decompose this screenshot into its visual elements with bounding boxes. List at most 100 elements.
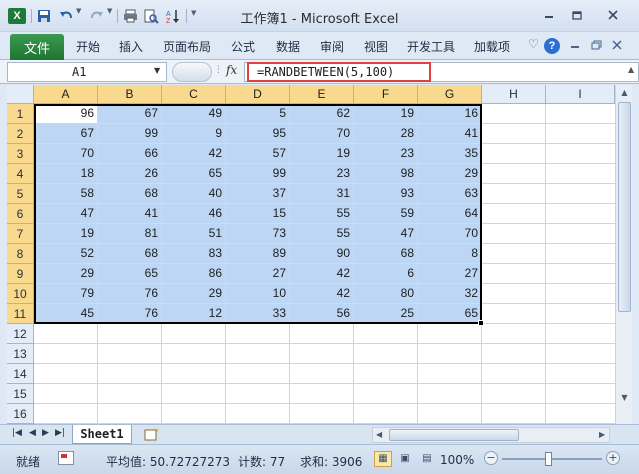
- column-header-e[interactable]: E: [290, 85, 354, 104]
- cell-a15[interactable]: [34, 384, 98, 404]
- cell-f7[interactable]: 47: [354, 224, 418, 244]
- help-icon[interactable]: ?: [544, 38, 560, 54]
- row-header-5[interactable]: 5: [7, 184, 34, 204]
- vertical-scrollbar[interactable]: ▲ ▼: [615, 85, 632, 424]
- fill-handle[interactable]: [478, 320, 484, 326]
- cell-h15[interactable]: [482, 384, 546, 404]
- cell-b3[interactable]: 66: [98, 144, 162, 164]
- cell-d3[interactable]: 57: [226, 144, 290, 164]
- cell-c3[interactable]: 42: [162, 144, 226, 164]
- normal-view-icon[interactable]: ▦: [374, 451, 392, 467]
- row-header-12[interactable]: 12: [7, 324, 34, 344]
- cell-e5[interactable]: 31: [290, 184, 354, 204]
- row-header-9[interactable]: 9: [7, 264, 34, 284]
- cell-b1[interactable]: 67: [98, 104, 162, 124]
- cell-g15[interactable]: [418, 384, 482, 404]
- cell-h6[interactable]: [482, 204, 546, 224]
- cell-b14[interactable]: [98, 364, 162, 384]
- cell-g2[interactable]: 41: [418, 124, 482, 144]
- cell-d13[interactable]: [226, 344, 290, 364]
- cell-i5[interactable]: [546, 184, 616, 204]
- cell-e3[interactable]: 19: [290, 144, 354, 164]
- cell-c14[interactable]: [162, 364, 226, 384]
- cell-i7[interactable]: [546, 224, 616, 244]
- vertical-scroll-thumb[interactable]: [618, 102, 631, 312]
- workbook-minimize-icon[interactable]: [570, 39, 580, 53]
- cell-h12[interactable]: [482, 324, 546, 344]
- cell-b5[interactable]: 68: [98, 184, 162, 204]
- cell-i4[interactable]: [546, 164, 616, 184]
- cell-h5[interactable]: [482, 184, 546, 204]
- cell-i9[interactable]: [546, 264, 616, 284]
- insert-function-icon[interactable]: fx: [226, 63, 237, 77]
- cell-h10[interactable]: [482, 284, 546, 304]
- cell-f2[interactable]: 28: [354, 124, 418, 144]
- cell-i16[interactable]: [546, 404, 616, 424]
- cell-d9[interactable]: 27: [226, 264, 290, 284]
- cell-g6[interactable]: 64: [418, 204, 482, 224]
- cell-i10[interactable]: [546, 284, 616, 304]
- cell-a9[interactable]: 29: [34, 264, 98, 284]
- cell-g16[interactable]: [418, 404, 482, 424]
- minimize-icon[interactable]: [538, 6, 560, 24]
- tab-page-layout[interactable]: 页面布局: [163, 38, 211, 55]
- cell-i13[interactable]: [546, 344, 616, 364]
- cell-a2[interactable]: 67: [34, 124, 98, 144]
- cell-a12[interactable]: [34, 324, 98, 344]
- cell-d6[interactable]: 15: [226, 204, 290, 224]
- cell-e2[interactable]: 70: [290, 124, 354, 144]
- cell-b9[interactable]: 65: [98, 264, 162, 284]
- row-header-14[interactable]: 14: [7, 364, 34, 384]
- cell-h4[interactable]: [482, 164, 546, 184]
- column-header-d[interactable]: D: [226, 85, 290, 104]
- cell-f12[interactable]: [354, 324, 418, 344]
- cell-b12[interactable]: [98, 324, 162, 344]
- cell-a13[interactable]: [34, 344, 98, 364]
- cell-g13[interactable]: [418, 344, 482, 364]
- row-header-11[interactable]: 11: [7, 304, 34, 324]
- row-header-10[interactable]: 10: [7, 284, 34, 304]
- cell-d12[interactable]: [226, 324, 290, 344]
- cell-c12[interactable]: [162, 324, 226, 344]
- cell-f6[interactable]: 59: [354, 204, 418, 224]
- zoom-level[interactable]: 100%: [440, 453, 474, 467]
- cell-c16[interactable]: [162, 404, 226, 424]
- cell-f3[interactable]: 23: [354, 144, 418, 164]
- cell-f5[interactable]: 93: [354, 184, 418, 204]
- zoom-in-icon[interactable]: +: [606, 451, 620, 465]
- cell-c4[interactable]: 65: [162, 164, 226, 184]
- zoom-slider-thumb[interactable]: [545, 452, 552, 466]
- cell-h13[interactable]: [482, 344, 546, 364]
- cell-a16[interactable]: [34, 404, 98, 424]
- cell-e13[interactable]: [290, 344, 354, 364]
- column-header-i[interactable]: I: [546, 85, 615, 104]
- scroll-up-icon[interactable]: ▲: [617, 85, 632, 101]
- cell-f16[interactable]: [354, 404, 418, 424]
- expand-formula-bar-icon[interactable]: ▲: [628, 65, 634, 74]
- cell-a8[interactable]: 52: [34, 244, 98, 264]
- cell-g11[interactable]: 65: [418, 304, 482, 324]
- cell-d5[interactable]: 37: [226, 184, 290, 204]
- cell-b16[interactable]: [98, 404, 162, 424]
- row-header-8[interactable]: 8: [7, 244, 34, 264]
- ribbon-collapse-icon[interactable]: ♡: [528, 37, 539, 51]
- cell-b2[interactable]: 99: [98, 124, 162, 144]
- cell-a14[interactable]: [34, 364, 98, 384]
- formula-bar-resize-handle[interactable]: [172, 62, 212, 82]
- cell-i12[interactable]: [546, 324, 616, 344]
- cell-h14[interactable]: [482, 364, 546, 384]
- tab-review[interactable]: 审阅: [320, 38, 344, 55]
- cell-g3[interactable]: 35: [418, 144, 482, 164]
- cell-h2[interactable]: [482, 124, 546, 144]
- cell-h11[interactable]: [482, 304, 546, 324]
- cell-d4[interactable]: 99: [226, 164, 290, 184]
- tab-file[interactable]: 文件: [10, 34, 64, 60]
- cell-i14[interactable]: [546, 364, 616, 384]
- cell-c2[interactable]: 9: [162, 124, 226, 144]
- row-header-7[interactable]: 7: [7, 224, 34, 244]
- tab-data[interactable]: 数据: [276, 38, 300, 55]
- workbook-restore-icon[interactable]: [591, 39, 602, 53]
- cell-c11[interactable]: 12: [162, 304, 226, 324]
- cell-c8[interactable]: 83: [162, 244, 226, 264]
- cell-d14[interactable]: [226, 364, 290, 384]
